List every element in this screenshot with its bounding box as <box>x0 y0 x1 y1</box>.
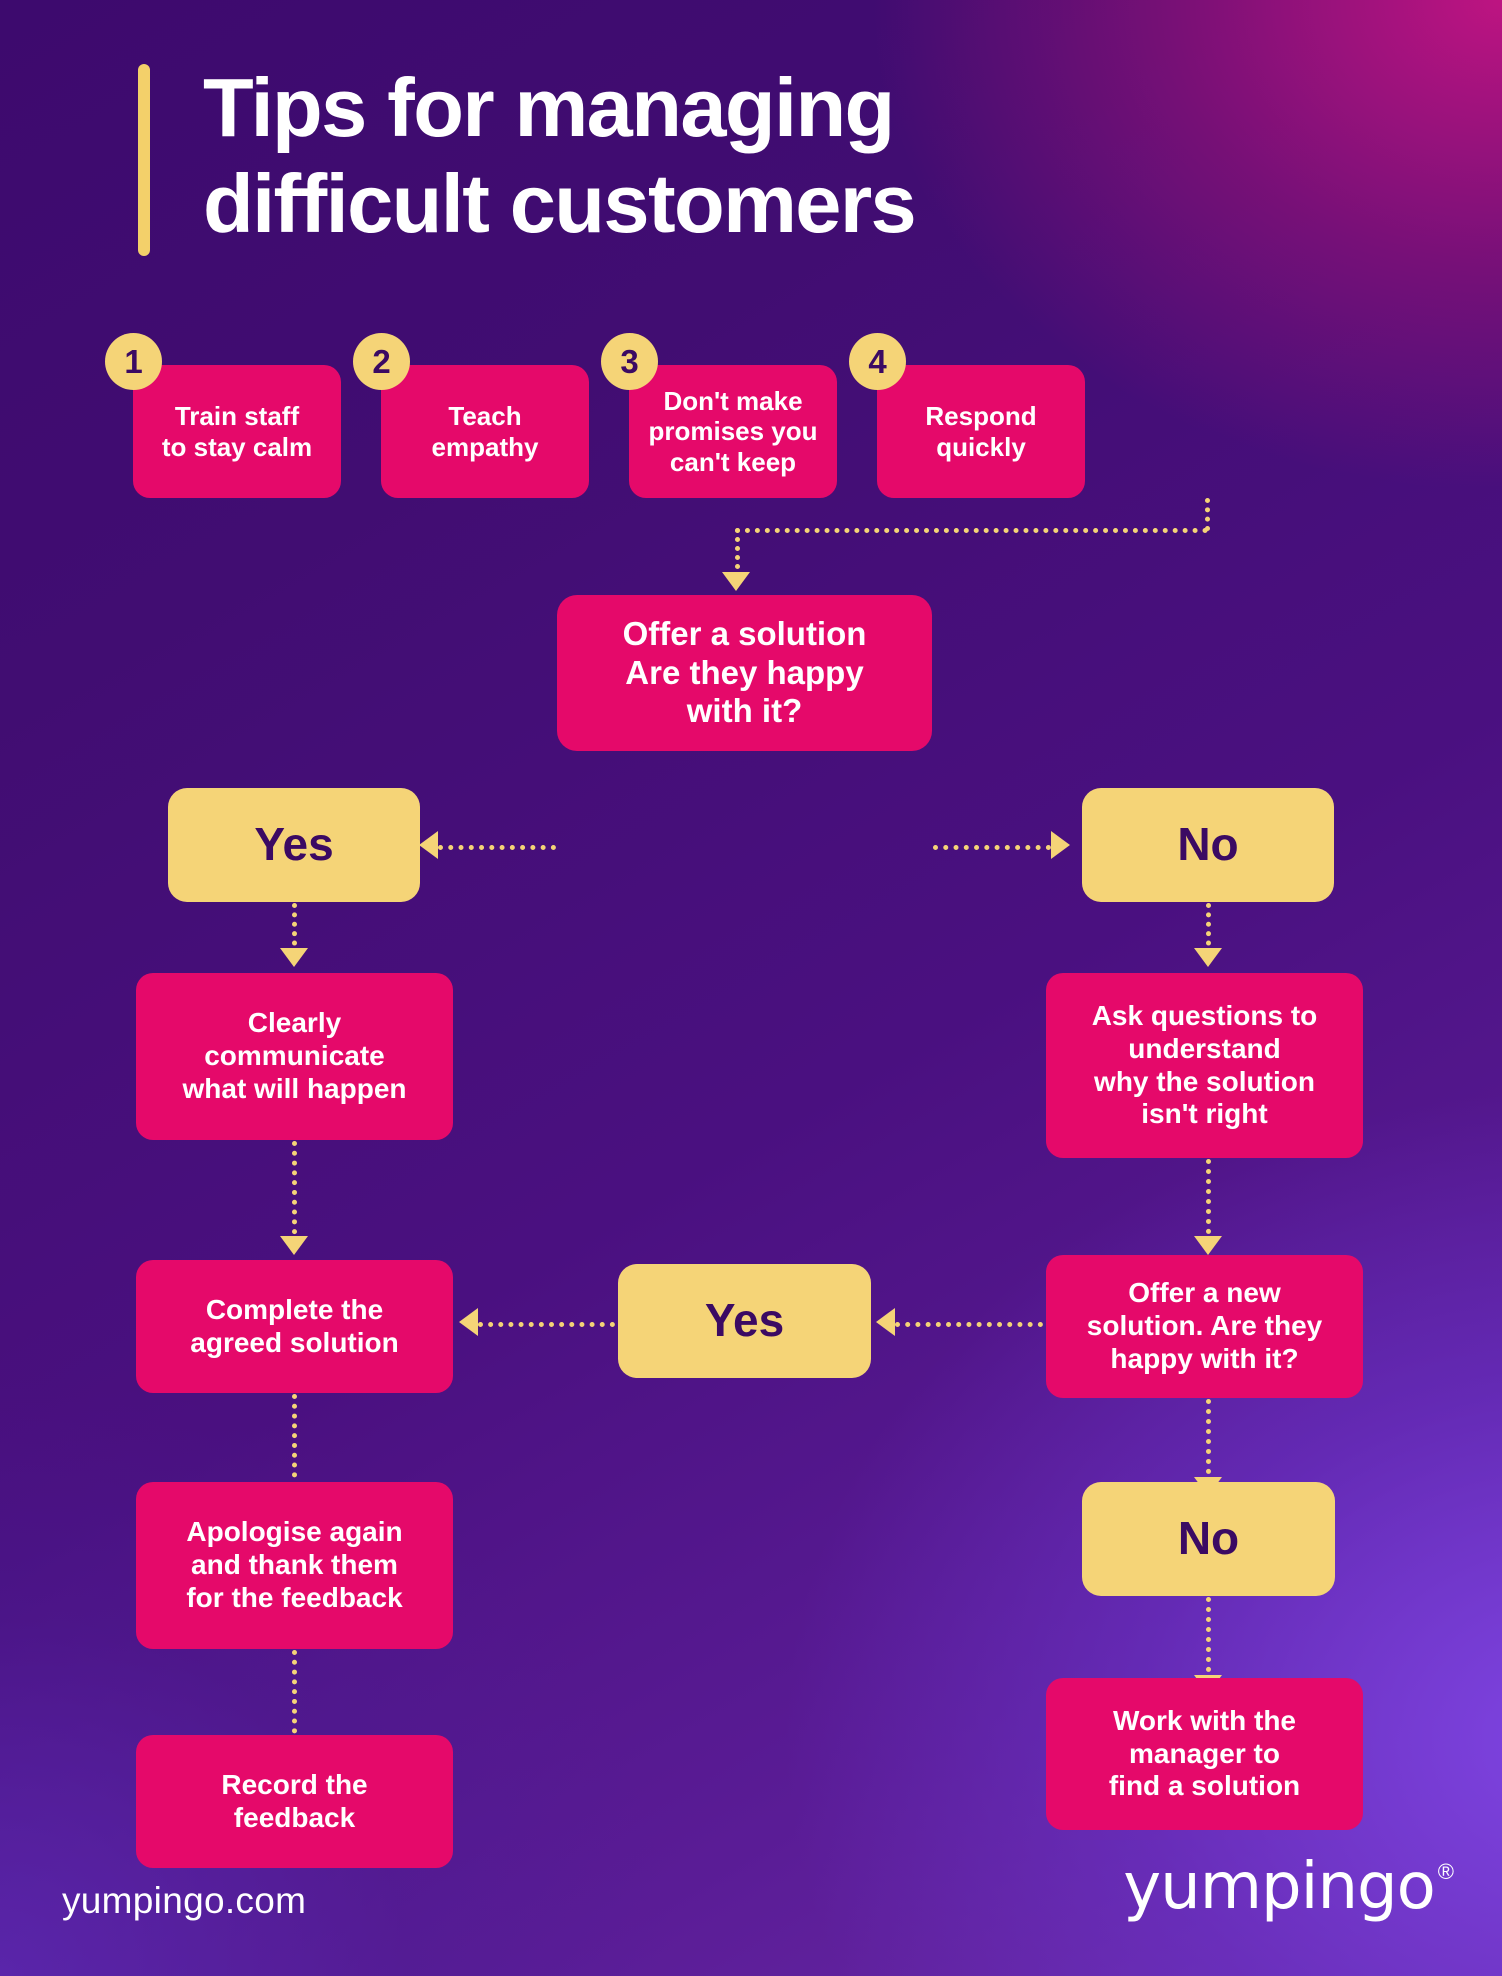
infographic-canvas: Tips for managing difficult customers 1 … <box>0 0 1502 1976</box>
tip-box-4[interactable]: Respond quickly <box>877 365 1085 498</box>
branch-box-no-2[interactable]: No <box>1082 1482 1335 1596</box>
tip-box-2-label: Teach empathy <box>431 401 539 462</box>
tip-badge-4: 4 <box>849 333 906 390</box>
tip-badge-2: 2 <box>353 333 410 390</box>
arrow-no1-to-right1 <box>1194 948 1222 967</box>
step-box-complete-agreed-solution[interactable]: Complete the agreed solution <box>136 1260 453 1393</box>
tip-badge-4-number: 4 <box>868 342 887 380</box>
tip-box-3-label: Don't make promises you can't keep <box>648 385 818 477</box>
branch-box-no-1-label: No <box>1177 818 1239 871</box>
tip-box-1-label: Train staff to stay calm <box>161 401 313 462</box>
page-title: Tips for managing difficult customers <box>138 60 917 256</box>
decision-box-offer-solution-label: Offer a solution Are they happy with it? <box>622 615 867 730</box>
branch-box-yes-2-label: Yes <box>704 1294 785 1347</box>
step-box-apologise-again-label: Apologise again and thank them for the f… <box>186 1516 403 1613</box>
title-text: Tips for managing difficult customers <box>203 61 917 251</box>
arrow-into-decision1 <box>722 572 750 591</box>
connector-into-decision1 <box>735 528 740 578</box>
connector-tip4-down <box>1205 498 1210 531</box>
arrow-yes1-to-left1 <box>280 948 308 967</box>
connector-yes2-to-left2 <box>478 1322 615 1327</box>
step-box-ask-questions[interactable]: Ask questions to understand why the solu… <box>1046 973 1363 1158</box>
arrow-decision1-no <box>1051 831 1070 859</box>
branch-box-yes-1[interactable]: Yes <box>168 788 420 902</box>
arrow-decision2-to-yes2 <box>876 1308 895 1336</box>
connector-decision2-to-yes2 <box>895 1322 1043 1327</box>
step-box-complete-agreed-solution-label: Complete the agreed solution <box>190 1293 399 1358</box>
arrow-left1-to-left2 <box>280 1236 308 1255</box>
connector-right1-to-decision2 <box>1206 1159 1211 1244</box>
step-box-record-feedback-label: Record the feedback <box>221 1768 368 1833</box>
registered-trademark-icon: ® <box>1437 1859 1454 1884</box>
tip-badge-3: 3 <box>601 333 658 390</box>
connector-decision1-no <box>933 845 1051 850</box>
step-box-apologise-again[interactable]: Apologise again and thank them for the f… <box>136 1482 453 1649</box>
title-accent-bar <box>138 64 150 256</box>
step-box-record-feedback[interactable]: Record the feedback <box>136 1735 453 1868</box>
step-box-work-with-manager[interactable]: Work with the manager to find a solution <box>1046 1678 1363 1830</box>
tip-badge-1: 1 <box>105 333 162 390</box>
connector-decision2-to-no2 <box>1206 1399 1211 1484</box>
tip-badge-2-number: 2 <box>372 342 391 380</box>
footer-website-url[interactable]: yumpingo.com <box>62 1880 306 1922</box>
tip-box-1[interactable]: Train staff to stay calm <box>133 365 341 498</box>
decision-box-offer-new-solution-label: Offer a new solution. Are they happy wit… <box>1086 1277 1323 1374</box>
arrow-decision1-yes <box>419 831 438 859</box>
step-box-clearly-communicate[interactable]: Clearly communicate what will happen <box>136 973 453 1140</box>
yumpingo-logo-text: yumpingo <box>1123 1850 1436 1924</box>
step-box-ask-questions-label: Ask questions to understand why the solu… <box>1091 1000 1318 1130</box>
connector-no2-to-right2 <box>1206 1597 1211 1682</box>
tip-box-3[interactable]: Don't make promises you can't keep <box>629 365 837 498</box>
decision-box-offer-new-solution[interactable]: Offer a new solution. Are they happy wit… <box>1046 1255 1363 1398</box>
step-box-clearly-communicate-label: Clearly communicate what will happen <box>182 1007 407 1104</box>
connector-decision1-yes <box>438 845 556 850</box>
branch-box-no-1[interactable]: No <box>1082 788 1334 902</box>
branch-box-yes-2[interactable]: Yes <box>618 1264 871 1378</box>
decision-box-offer-solution[interactable]: Offer a solution Are they happy with it? <box>557 595 932 751</box>
connector-left1-to-left2 <box>292 1141 297 1244</box>
tip-box-4-label: Respond quickly <box>925 401 1037 462</box>
branch-box-yes-1-label: Yes <box>254 818 334 871</box>
tip-box-2[interactable]: Teach empathy <box>381 365 589 498</box>
connector-tip4-across <box>735 528 1208 533</box>
step-box-work-with-manager-label: Work with the manager to find a solution <box>1108 1704 1301 1802</box>
arrow-right1-to-decision2 <box>1194 1236 1222 1255</box>
yumpingo-logo[interactable]: yumpingo ® <box>1123 1855 1454 1919</box>
tip-badge-1-number: 1 <box>124 342 143 380</box>
tip-badge-3-number: 3 <box>620 342 639 380</box>
branch-box-no-2-label: No <box>1177 1512 1240 1565</box>
arrow-yes2-to-left2 <box>459 1308 478 1336</box>
